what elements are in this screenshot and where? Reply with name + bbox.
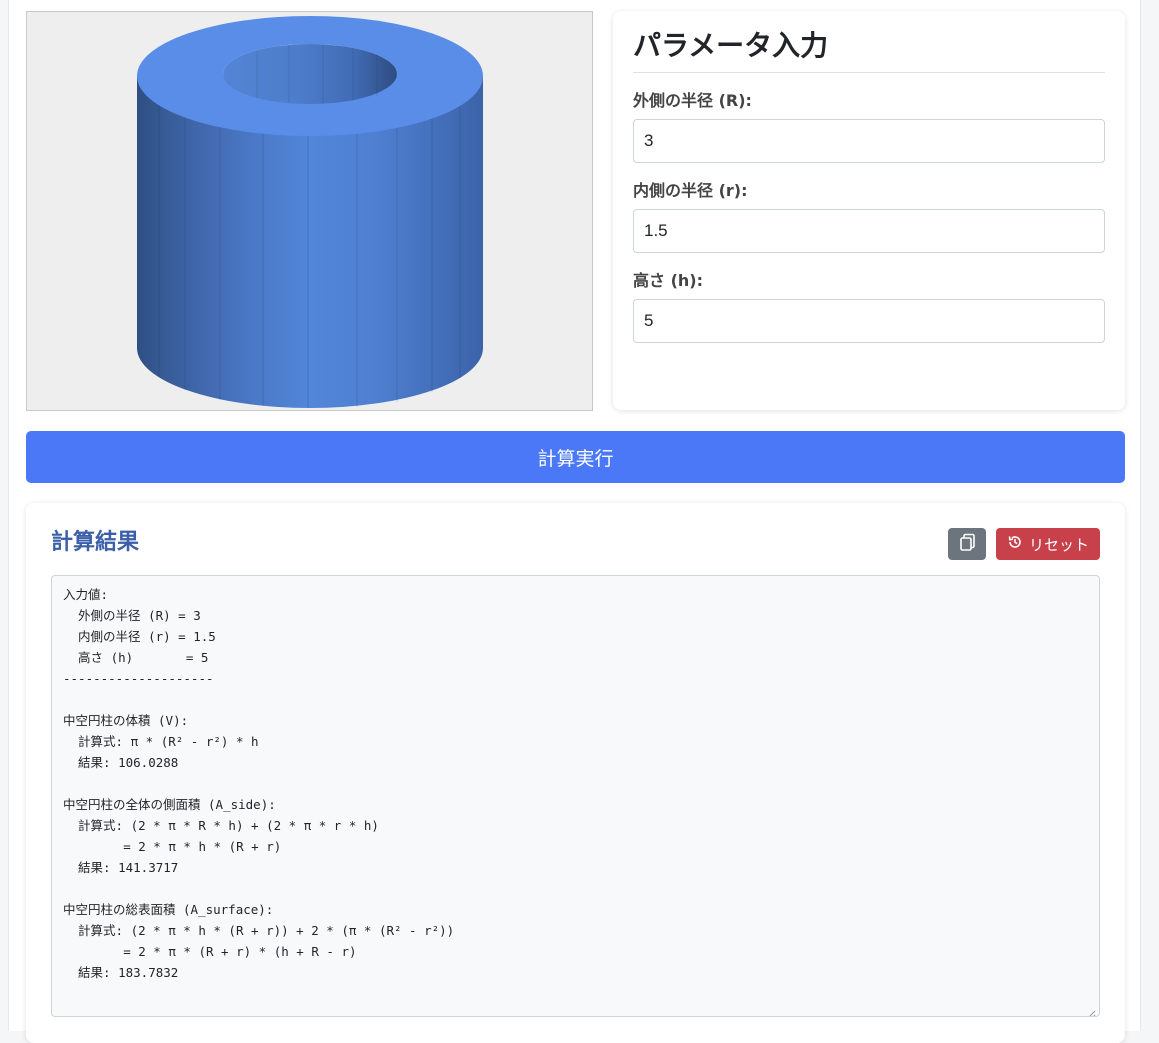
parameter-input-panel: パラメータ入力 外側の半径 (R): 内側の半径 (r): 高さ (h): — [613, 11, 1125, 410]
inner-radius-input[interactable] — [633, 209, 1105, 253]
resize-handle[interactable] — [1087, 1004, 1096, 1016]
result-panel: 計算結果 リセット 入力値: 外側の半径 (R) = 3 内側の半径 (r) =… — [26, 503, 1125, 1043]
outer-radius-label: 外側の半径 (R): — [633, 91, 752, 110]
cylinder-3d-viewer[interactable] — [26, 11, 593, 411]
inner-radius-label: 内側の半径 (r): — [633, 181, 748, 200]
height-input[interactable] — [633, 299, 1105, 343]
page: パラメータ入力 外側の半径 (R): 内側の半径 (r): 高さ (h): 計算… — [8, 0, 1141, 1043]
reset-button-label: リセット — [1028, 535, 1089, 554]
result-output-text: 入力値: 外側の半径 (R) = 3 内側の半径 (r) = 1.5 高さ (h… — [63, 587, 455, 980]
copy-button[interactable] — [948, 528, 986, 560]
calculate-button[interactable]: 計算実行 — [26, 431, 1125, 483]
hollow-cylinder-render — [136, 15, 484, 408]
result-title: 計算結果 — [51, 530, 140, 555]
history-icon — [1007, 534, 1023, 554]
reset-button[interactable]: リセット — [996, 528, 1100, 560]
height-label: 高さ (h): — [633, 271, 703, 290]
copy-icon — [948, 533, 986, 563]
result-output-textarea[interactable]: 入力値: 外側の半径 (R) = 3 内側の半径 (r) = 1.5 高さ (h… — [51, 575, 1100, 1017]
parameter-panel-title: パラメータ入力 — [633, 11, 1105, 73]
outer-radius-input[interactable] — [633, 119, 1105, 163]
cylinder-inner-hole — [223, 44, 397, 104]
